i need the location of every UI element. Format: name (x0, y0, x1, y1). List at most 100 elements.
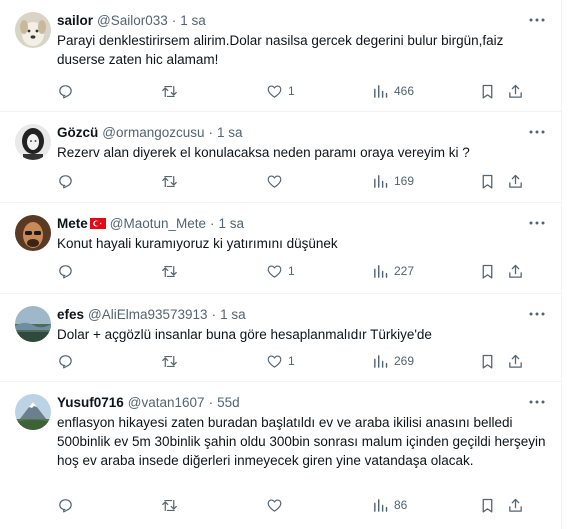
separator-dot: · (211, 306, 217, 322)
retweet-button[interactable] (161, 494, 183, 516)
share-icon (509, 174, 522, 188)
avatar[interactable] (15, 215, 51, 251)
mountain-avatar-icon (15, 394, 51, 430)
tweet-header: Gözcü @ormangozcusu · 1 sa (57, 122, 548, 142)
reply-button[interactable] (57, 350, 79, 372)
bookmark-button[interactable] (479, 80, 496, 102)
user-handle[interactable]: @vatan1607 (128, 395, 205, 410)
display-name[interactable]: efes (57, 307, 84, 322)
reply-icon (59, 84, 72, 98)
share-icon (509, 498, 522, 512)
timestamp[interactable]: 1 sa (217, 125, 243, 140)
share-icon (509, 264, 522, 278)
reply-icon (59, 174, 72, 188)
views-chart-icon (374, 354, 388, 368)
user-handle[interactable]: @AliElma93573913 (88, 307, 208, 322)
retweet-icon (162, 175, 177, 187)
timestamp[interactable]: 55d (217, 395, 240, 410)
bookmark-icon (482, 84, 493, 99)
separator-dot: · (208, 394, 214, 410)
view-count: 466 (394, 84, 415, 98)
share-button[interactable] (507, 494, 524, 516)
views-button[interactable]: 227 (372, 260, 414, 282)
share-button[interactable] (507, 170, 524, 192)
user-handle[interactable]: @Maotun_Mete (110, 216, 206, 231)
bookmark-icon (482, 264, 493, 279)
scrollbar[interactable] (562, 0, 571, 529)
more-options-icon[interactable] (526, 213, 548, 233)
like-button[interactable] (266, 170, 288, 192)
share-button[interactable] (507, 80, 524, 102)
views-button[interactable]: 169 (372, 170, 414, 192)
woman-avatar-icon (15, 124, 51, 160)
view-count: 269 (394, 354, 415, 368)
more-options-icon[interactable] (526, 392, 548, 412)
share-button[interactable] (507, 350, 524, 372)
avatar[interactable] (15, 12, 51, 48)
reply-icon (59, 354, 72, 368)
share-icon (509, 354, 522, 368)
reply-button[interactable] (57, 260, 79, 282)
views-chart-icon (374, 84, 388, 98)
view-count: 86 (394, 498, 408, 512)
tweet-text: enflasyon hikayesi zaten buradan başlatı… (57, 415, 546, 468)
avatar[interactable] (15, 306, 51, 342)
avatar[interactable] (15, 394, 51, 430)
tweet[interactable]: Yusuf0716 @vatan1607 · 55d enflasyon hik… (0, 382, 562, 529)
bookmark-icon (482, 354, 493, 369)
timestamp[interactable]: 1 sa (180, 13, 206, 28)
tweet-actions: 1 269 (57, 350, 548, 372)
share-icon (509, 84, 522, 98)
views-button[interactable]: 466 (372, 80, 414, 102)
bookmark-button[interactable] (479, 170, 496, 192)
tweet[interactable]: efes @AliElma93573913 · 1 sa Dolar + açg… (0, 294, 562, 382)
retweet-button[interactable] (161, 260, 183, 282)
timestamp[interactable]: 1 sa (220, 307, 246, 322)
landscape-avatar-icon (15, 306, 51, 342)
reply-button[interactable] (57, 80, 79, 102)
tweet[interactable]: Mete @Maotun_Mete · 1 sa Konut hayali ku… (0, 203, 562, 294)
display-name[interactable]: sailor (57, 13, 93, 28)
user-handle[interactable]: @ormangozcusu (102, 125, 204, 140)
retweet-icon (162, 85, 177, 97)
tweet[interactable]: Gözcü @ormangozcusu · 1 sa Rezerv alan d… (0, 112, 562, 203)
more-options-icon[interactable] (526, 122, 548, 142)
views-button[interactable]: 86 (372, 494, 407, 516)
like-button[interactable]: 1 (266, 350, 295, 372)
more-options-icon[interactable] (526, 304, 548, 324)
like-count: 1 (288, 84, 295, 98)
reply-button[interactable] (57, 494, 79, 516)
timestamp[interactable]: 1 sa (219, 216, 245, 231)
bookmark-button[interactable] (479, 350, 496, 372)
heart-icon (267, 84, 282, 98)
tweet-actions: 86 (57, 494, 548, 516)
reply-button[interactable] (57, 170, 79, 192)
avatar[interactable] (15, 124, 51, 160)
bookmark-icon (482, 174, 493, 189)
display-name[interactable]: Mete (57, 216, 88, 231)
display-name[interactable]: Yusuf0716 (57, 395, 124, 410)
bookmark-button[interactable] (479, 260, 496, 282)
like-count: 1 (288, 264, 295, 278)
like-button[interactable]: 1 (266, 80, 295, 102)
heart-icon (267, 264, 282, 278)
retweet-button[interactable] (161, 80, 183, 102)
share-button[interactable] (507, 260, 524, 282)
views-chart-icon (374, 174, 388, 188)
more-options-icon[interactable] (526, 10, 548, 30)
tweet[interactable]: sailor @Sailor033 · 1 sa Parayi denklest… (0, 0, 562, 112)
bookmark-button[interactable] (479, 494, 496, 516)
like-button[interactable] (266, 494, 288, 516)
tweet-text: Rezerv alan diyerek el konulacaksa neden… (57, 145, 470, 160)
views-button[interactable]: 269 (372, 350, 414, 372)
like-button[interactable]: 1 (266, 260, 295, 282)
reply-icon (59, 498, 72, 512)
display-name[interactable]: Gözcü (57, 125, 98, 140)
retweet-button[interactable] (161, 170, 183, 192)
tweet-header: efes @AliElma93573913 · 1 sa (57, 304, 548, 324)
separator-dot: · (208, 124, 214, 140)
user-handle[interactable]: @Sailor033 (97, 13, 168, 28)
bookmark-icon (482, 498, 493, 513)
retweet-button[interactable] (161, 350, 183, 372)
tweet-header: Mete @Maotun_Mete · 1 sa (57, 213, 548, 233)
